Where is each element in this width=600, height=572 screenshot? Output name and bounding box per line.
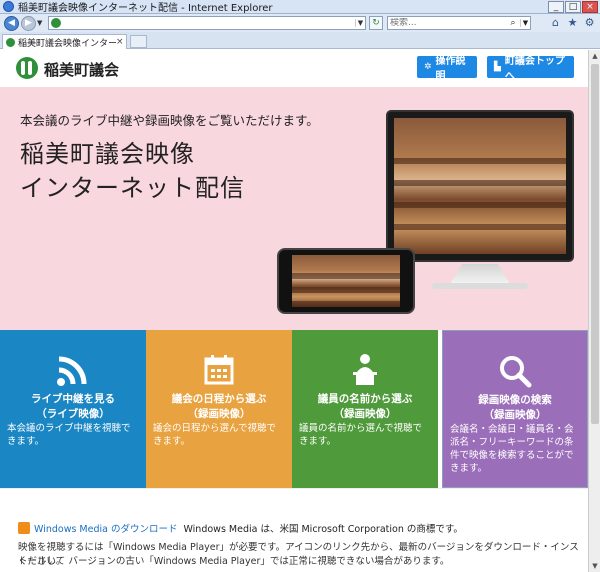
smartphone-illustration	[277, 248, 415, 314]
tab-inami-council[interactable]: 稲美町議会映像インターネ... ×	[2, 34, 127, 49]
gear-icon: ✲	[424, 62, 432, 72]
player-note: Windows Media のダウンロード Windows Media は、米国…	[0, 488, 588, 572]
calendar-icon	[204, 355, 234, 385]
search-box[interactable]: ⌕ ▼	[387, 16, 531, 30]
tile-subtitle: （録画映像）	[483, 409, 547, 421]
council-top-button-label: 町議会トップへ	[504, 56, 565, 82]
vertical-scrollbar[interactable]: ▲ ▼	[588, 50, 600, 572]
monitor-illustration	[386, 110, 574, 262]
back-button[interactable]: ◀	[4, 15, 19, 31]
close-button[interactable]: ×	[582, 1, 598, 13]
tab-label: 稲美町議会映像インターネ...	[18, 38, 116, 49]
tile-schedule[interactable]: 議会の日程から選ぶ （録画映像） 議会の日程から選んで視聴できます。	[146, 330, 292, 488]
window-title: 稲美町議会映像インターネット配信 - Internet Explorer	[18, 3, 273, 14]
tile-subtitle: （録画映像）	[333, 408, 397, 420]
tile-search[interactable]: 録画映像の検索 （録画映像） 会議名・会議日・議員名・会派名・フリーキーワードの…	[442, 330, 588, 488]
phone-screen-image	[292, 255, 400, 307]
hero-title-line1: 稲美町議会映像	[20, 140, 195, 168]
tile-title: 録画映像の検索	[478, 394, 552, 406]
search-icon[interactable]: ⌕	[506, 18, 520, 28]
page-viewport: 稲美町議会 ✲ 操作説明 ▙ 町議会トップへ 本会議のライブ中継や録画映像をご覧…	[0, 50, 588, 572]
tab-close-icon[interactable]: ×	[116, 37, 126, 47]
windows-media-icon[interactable]	[18, 522, 30, 534]
tile-subtitle: （ライブ映像）	[36, 408, 110, 420]
search-icon	[500, 356, 532, 388]
monitor-stand	[450, 264, 510, 284]
hero-title-line2: インターネット配信	[20, 174, 245, 202]
search-dropdown-icon[interactable]: ▼	[520, 19, 530, 27]
wm-trademark-text: Windows Media は、米国 Microsoft Corporation…	[183, 524, 463, 535]
address-toolbar: ◀ ▶ ▼ ▼ ↻ ⌕ ▼ ⌂ ★ ⚙	[0, 14, 600, 32]
ie-logo-icon	[3, 1, 14, 12]
tile-subtitle: （録画映像）	[187, 408, 251, 420]
new-tab-button[interactable]	[130, 35, 147, 48]
search-input[interactable]	[390, 18, 506, 28]
menu-tiles: ライブ中継を見る （ライブ映像） 本会議のライブ中継を視聴できます。 議会の日程…	[0, 330, 588, 488]
scroll-up-icon[interactable]: ▲	[589, 50, 600, 62]
tile-description: 本会議のライブ中継を視聴できます。	[7, 423, 131, 447]
tile-description: 議会の日程から選んで視聴できます。	[153, 423, 277, 447]
hero-banner: 本会議のライブ中継や録画映像をご覧いただけます。 稲美町議会映像 インターネット…	[0, 87, 588, 330]
building-icon: ▙	[494, 62, 501, 72]
wm-download-link[interactable]: Windows Media のダウンロード	[34, 521, 177, 535]
tile-title: 議員の名前から選ぶ	[317, 393, 413, 405]
tab-favicon-icon	[6, 37, 15, 47]
history-dropdown-icon[interactable]: ▼	[37, 19, 45, 27]
favorites-star-icon[interactable]: ★	[566, 16, 579, 29]
tile-title: 議会の日程から選ぶ	[171, 393, 267, 405]
tile-description: 議員の名前から選んで視聴できます。	[299, 423, 423, 447]
tab-bar: 稲美町議会映像インターネ... ×	[0, 32, 600, 49]
gear-icon[interactable]: ⚙	[583, 16, 596, 29]
hero-title: 稲美町議会映像 インターネット配信	[20, 137, 245, 205]
speaker-podium-icon	[353, 354, 377, 385]
address-dropdown-icon[interactable]: ▼	[355, 19, 365, 27]
site-favicon-icon	[51, 18, 61, 28]
monitor-base	[432, 283, 528, 289]
tile-member[interactable]: 議員の名前から選ぶ （録画映像） 議員の名前から選んで視聴できます。	[292, 330, 438, 488]
manual-button[interactable]: ✲ 操作説明	[417, 56, 477, 82]
home-icon[interactable]: ⌂	[549, 16, 562, 29]
site-logo-text[interactable]: 稲美町議会	[44, 59, 119, 80]
council-top-button[interactable]: ▙ 町議会トップへ	[487, 56, 574, 82]
refresh-button[interactable]: ↻	[369, 16, 383, 30]
tile-live[interactable]: ライブ中継を見る （ライブ映像） 本会議のライブ中継を視聴できます。	[0, 330, 146, 488]
window-titlebar: 稲美町議会映像インターネット配信 - Internet Explorer _ □…	[0, 0, 600, 14]
tile-description: 会議名・会議日・議員名・会派名・フリーキーワードの条件で映像を検索することができ…	[450, 424, 574, 474]
address-field[interactable]: ▼	[48, 16, 366, 30]
hero-lead: 本会議のライブ中継や録画映像をご覧いただけます。	[20, 113, 319, 128]
note-text-line2: ください。 バージョンの古い「Windows Media Player」では正常…	[18, 556, 450, 567]
scroll-thumb[interactable]	[591, 64, 599, 424]
tile-title: ライブ中継を見る	[31, 393, 115, 405]
wifi-icon	[57, 356, 87, 386]
site-header: 稲美町議会 ✲ 操作説明 ▙ 町議会トップへ	[0, 50, 588, 87]
monitor-screen-image	[394, 118, 566, 254]
wm-line: Windows Media のダウンロード Windows Media は、米国…	[18, 521, 463, 535]
minimize-button[interactable]: _	[548, 1, 564, 13]
forward-button[interactable]: ▶	[21, 15, 36, 31]
scroll-down-icon[interactable]: ▼	[589, 560, 600, 572]
maximize-button[interactable]: □	[565, 1, 581, 13]
manual-button-label: 操作説明	[435, 56, 466, 82]
town-emblem-icon	[16, 57, 38, 79]
